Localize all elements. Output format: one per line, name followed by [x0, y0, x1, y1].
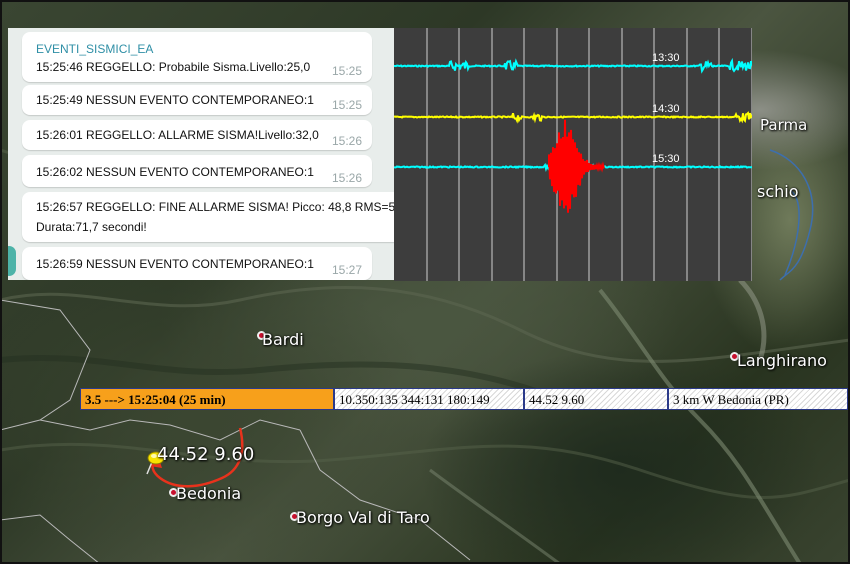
message-time: 15:26	[331, 171, 362, 185]
message-time: 15:27	[331, 263, 362, 277]
telegram-chat-panel[interactable]: EVENTI_SISMICI_EA 15:25:46 REGGELLO: Pro…	[8, 28, 394, 280]
trace-time-label: 15:30	[652, 153, 680, 165]
chat-message[interactable]: 15:25:49 NESSUN EVENTO CONTEMPORANEO:1 1…	[22, 85, 372, 115]
message-text: 15:26:01 REGGELLO: ALLARME SISMA!Livello…	[36, 128, 319, 142]
chat-message[interactable]: 15:26:02 NESSUN EVENTO CONTEMPORANEO:1 1…	[22, 155, 372, 187]
chat-message[interactable]: EVENTI_SISMICI_EA 15:25:46 REGGELLO: Pro…	[22, 32, 372, 82]
message-text: 15:26:59 NESSUN EVENTO CONTEMPORANEO:1	[36, 257, 314, 271]
seismic-trace	[394, 57, 752, 74]
seismograph-traces	[394, 28, 752, 281]
seismic-trace	[394, 111, 752, 124]
message-text-line2: Durata:71,7 secondi!	[36, 220, 147, 234]
trace-time-label: 14:30	[652, 103, 680, 115]
magnitude-time-cell: 3.5 ---> 15:25:04 (25 min)	[80, 388, 334, 410]
seismograph-panel: 13:30 14:30 15:30	[394, 28, 752, 281]
coordinates-cell: 44.52 9.60	[524, 388, 668, 410]
location-cell: 3 km W Bedonia (PR)	[668, 388, 848, 410]
message-text: 15:25:46 REGGELLO: Probabile Sisma.Livel…	[36, 60, 311, 74]
scroll-indicator[interactable]	[8, 246, 16, 276]
event-info-bar: 3.5 ---> 15:25:04 (25 min) 10.350:135 34…	[80, 388, 850, 412]
chat-message[interactable]: 15:26:01 REGGELLO: ALLARME SISMA!Livello…	[22, 120, 372, 150]
station-params-cell: 10.350:135 344:131 180:149	[334, 388, 524, 410]
message-text: 15:26:57 REGGELLO: FINE ALLARME SISMA! P…	[36, 200, 394, 214]
message-text: 15:26:02 NESSUN EVENTO CONTEMPORANEO:1	[36, 165, 314, 179]
trace-time-label: 13:30	[652, 52, 680, 64]
message-time: 15:25	[331, 64, 362, 78]
message-time: 15:26	[331, 134, 362, 148]
message-text: 15:25:49 NESSUN EVENTO CONTEMPORANEO:1	[36, 93, 314, 107]
chat-message[interactable]: 15:26:59 NESSUN EVENTO CONTEMPORANEO:1 1…	[22, 247, 372, 280]
pushpin-coordinates-label: 44.52 9.60	[157, 444, 255, 465]
channel-name[interactable]: EVENTI_SISMICI_EA	[36, 42, 153, 56]
chat-message[interactable]: 15:26:57 REGGELLO: FINE ALLARME SISMA! P…	[22, 192, 394, 242]
message-time: 15:25	[331, 98, 362, 112]
